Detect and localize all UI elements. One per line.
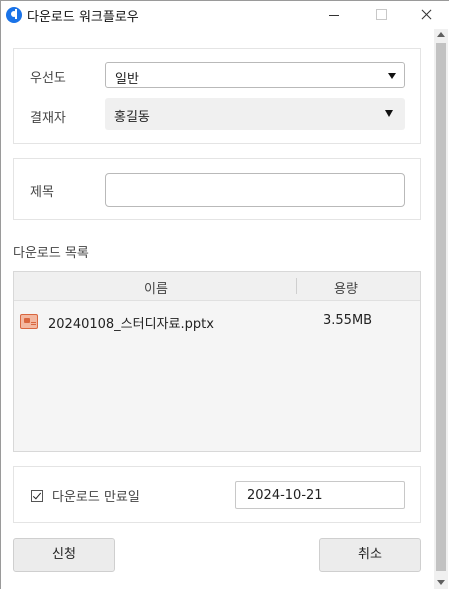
expiry-checkbox-label[interactable]: 다운로드 만료일 bbox=[52, 486, 140, 505]
cancel-button[interactable]: 취소 bbox=[319, 538, 421, 572]
approver-value: 홍길동 bbox=[114, 110, 150, 125]
download-table: 이름 용량 20240108_스터디자료.pptx 3.55MB bbox=[13, 271, 421, 452]
expiry-panel: 다운로드 만료일 2024-10-21 bbox=[13, 466, 421, 523]
scroll-down-arrow-icon[interactable] bbox=[437, 580, 445, 585]
window-title: 다운로드 워크플로우 bbox=[27, 10, 139, 25]
table-row[interactable]: 20240108_스터디자료.pptx 3.55MB bbox=[14, 302, 420, 338]
file-name: 20240108_스터디자료.pptx bbox=[48, 317, 214, 332]
dialog-window: 다운로드 워크플로우 우선도 일반 결재자 홍길동 제목 다운로드 목록 이름 … bbox=[0, 0, 450, 589]
priority-label: 우선도 bbox=[30, 71, 66, 86]
minimize-button[interactable] bbox=[311, 1, 356, 29]
column-divider bbox=[296, 278, 297, 294]
approver-label: 결재자 bbox=[30, 111, 66, 126]
submit-button[interactable]: 신청 bbox=[13, 538, 115, 572]
title-bar: 다운로드 워크플로우 bbox=[1, 1, 450, 29]
close-button[interactable] bbox=[403, 1, 448, 29]
subject-label: 제목 bbox=[30, 185, 54, 200]
subject-input[interactable] bbox=[105, 173, 405, 207]
approval-panel: 우선도 일반 결재자 홍길동 bbox=[13, 48, 421, 144]
column-header-size[interactable]: 용량 bbox=[334, 278, 358, 297]
scrollbar-thumb[interactable] bbox=[436, 43, 446, 571]
expiry-date-value: 2024-10-21 bbox=[247, 488, 323, 503]
pptx-file-icon bbox=[20, 314, 38, 329]
vertical-scrollbar[interactable] bbox=[434, 29, 448, 589]
subject-panel: 제목 bbox=[13, 158, 421, 220]
expiry-checkbox[interactable] bbox=[31, 490, 43, 502]
priority-value: 일반 bbox=[115, 72, 139, 87]
column-header-name[interactable]: 이름 bbox=[144, 278, 168, 297]
app-logo-icon bbox=[6, 7, 22, 23]
expiry-date-input[interactable]: 2024-10-21 bbox=[235, 481, 405, 509]
download-list-title: 다운로드 목록 bbox=[13, 246, 89, 261]
scroll-up-arrow-icon[interactable] bbox=[437, 32, 445, 37]
chevron-down-icon bbox=[388, 73, 396, 79]
priority-select[interactable]: 일반 bbox=[105, 62, 405, 88]
chevron-down-icon bbox=[385, 110, 393, 117]
file-size: 3.55MB bbox=[323, 313, 373, 328]
maximize-button bbox=[357, 1, 402, 29]
approver-select[interactable]: 홍길동 bbox=[105, 98, 405, 130]
table-header: 이름 용량 bbox=[14, 272, 420, 301]
